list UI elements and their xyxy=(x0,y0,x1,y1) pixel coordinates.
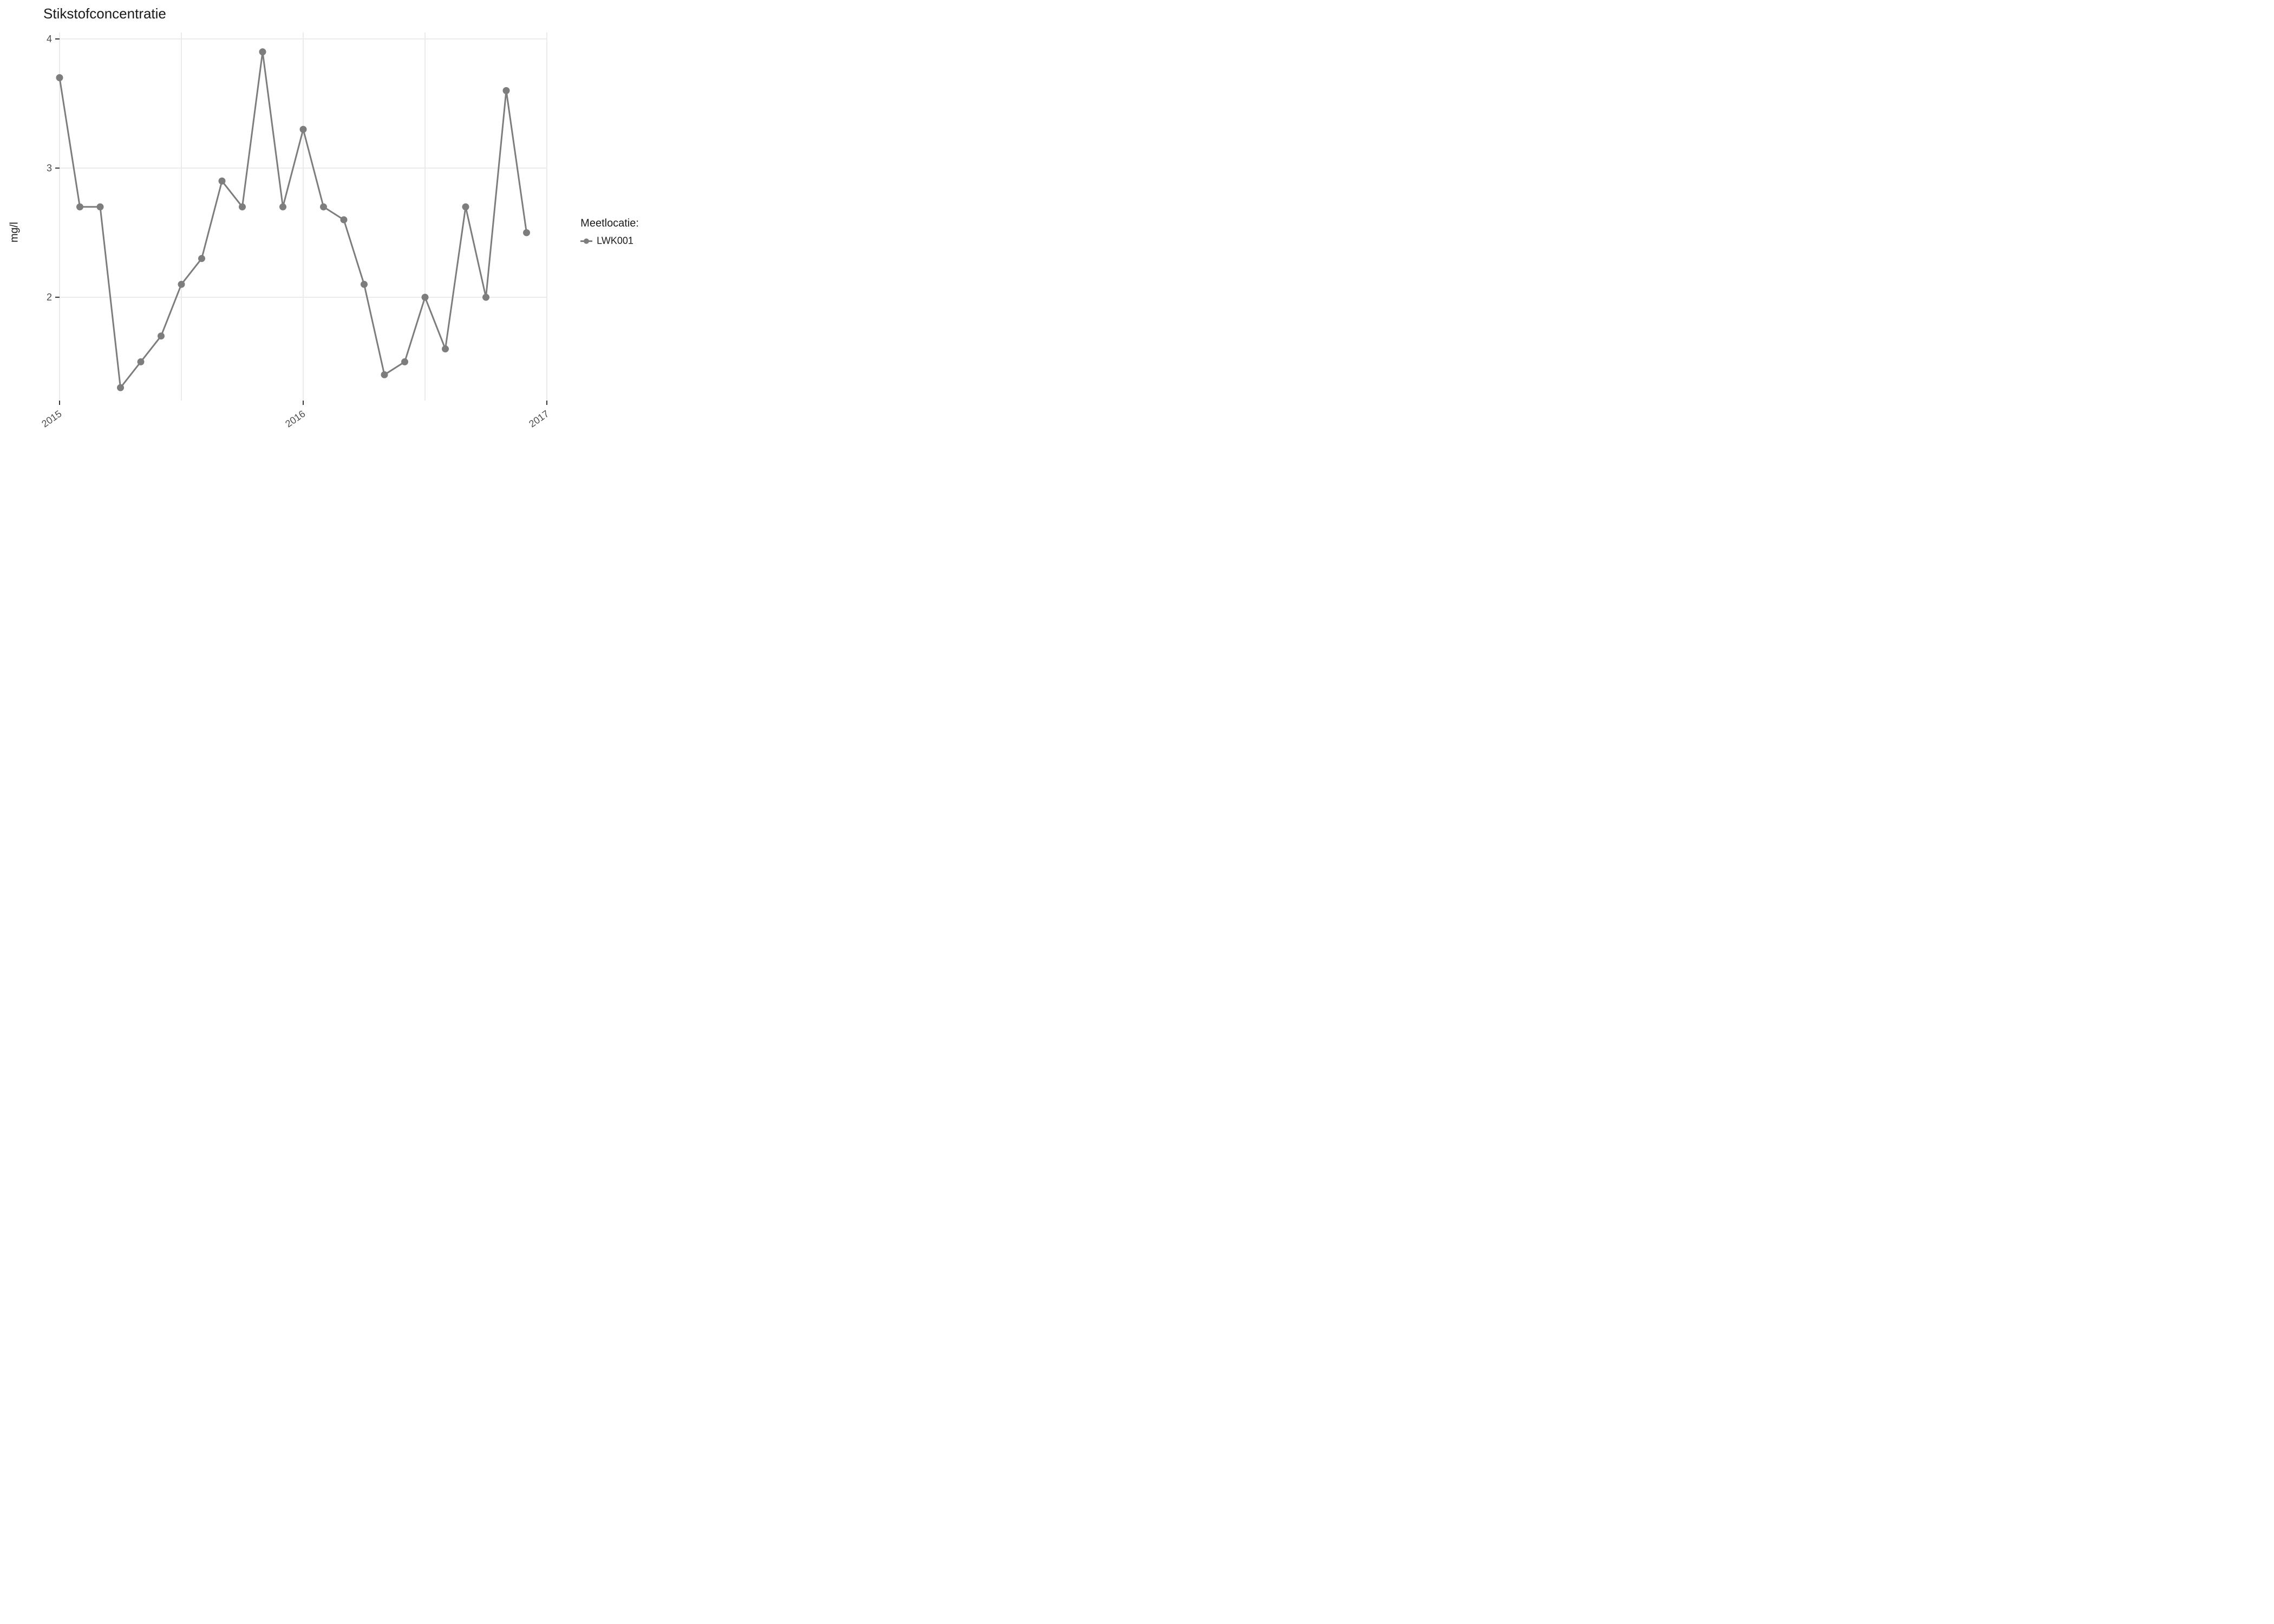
plot-svg: 2 3 4 xyxy=(38,27,552,417)
legend-series-label: LWK001 xyxy=(597,235,633,247)
svg-text:3: 3 xyxy=(47,163,52,174)
y-axis-label: mg/l xyxy=(8,222,21,243)
chart-container: Stikstofconcentratie mg/l 234 2015201620… xyxy=(0,0,650,464)
legend-item: LWK001 xyxy=(580,235,639,247)
chart-title: Stikstofconcentratie xyxy=(43,5,166,22)
plot-area: 234 201520162017 xyxy=(38,27,552,417)
legend-title: Meetlocatie: xyxy=(580,217,639,230)
legend: Meetlocatie: LWK001 xyxy=(580,217,639,247)
legend-swatch-icon xyxy=(580,235,592,247)
svg-text:4: 4 xyxy=(47,34,52,44)
svg-text:2: 2 xyxy=(47,292,52,303)
